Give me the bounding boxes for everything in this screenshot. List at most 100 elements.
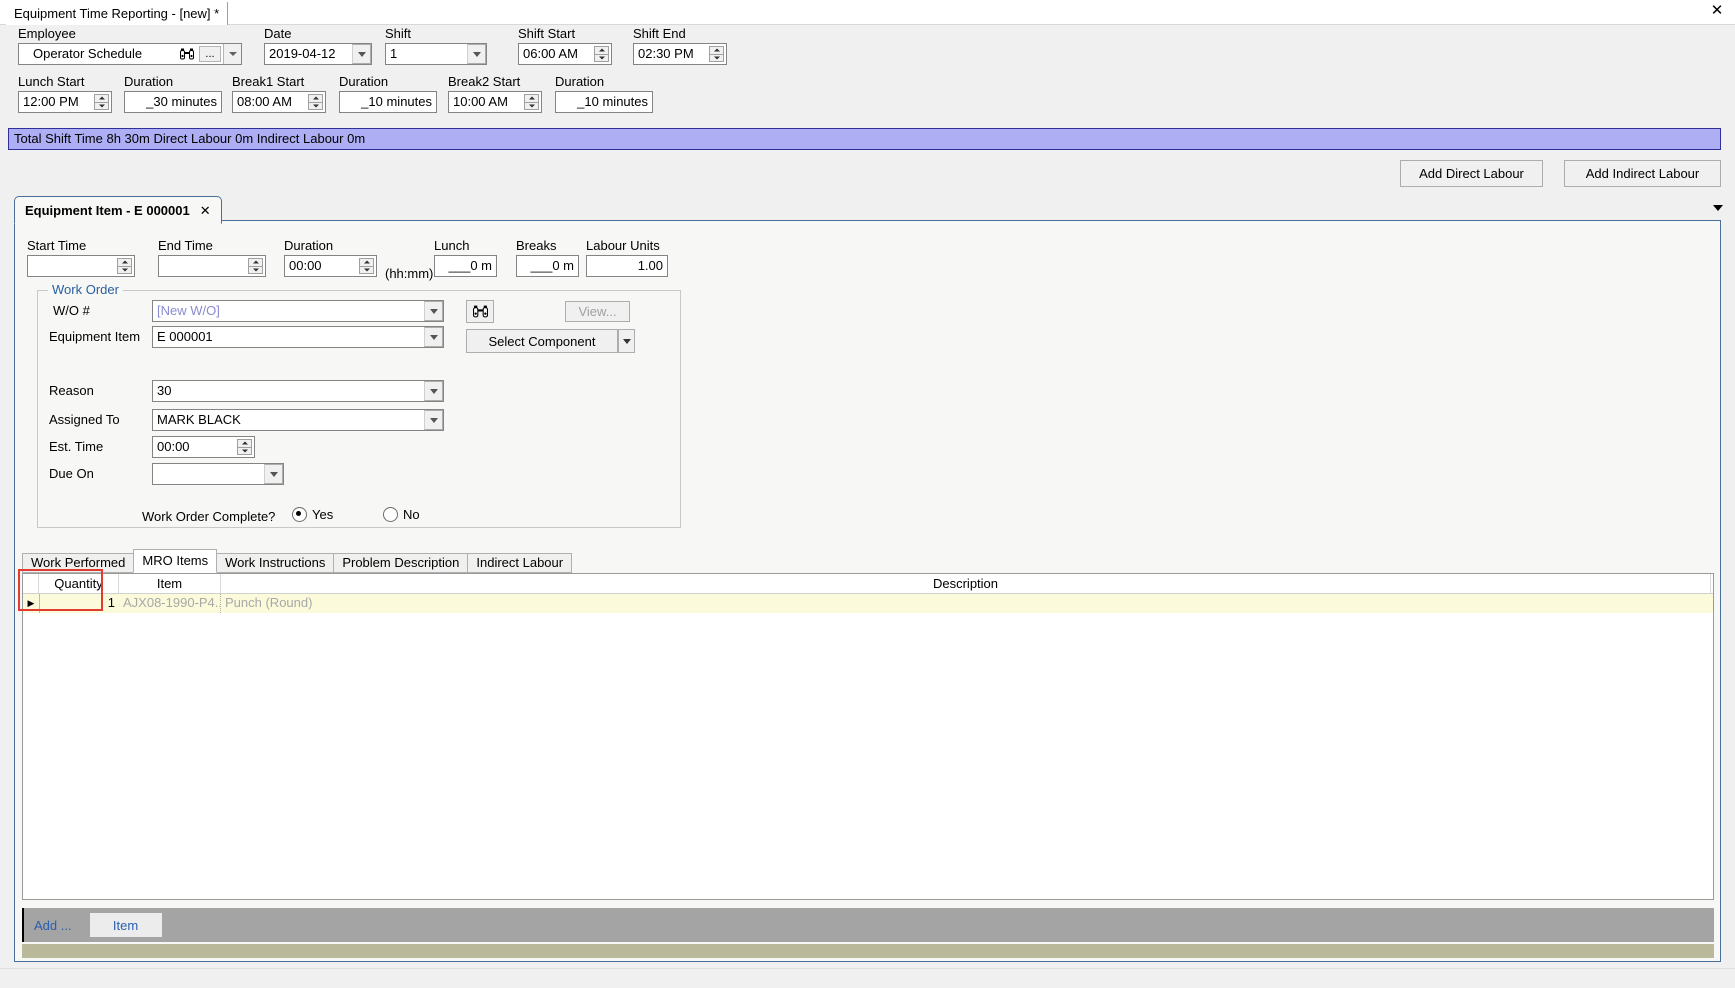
tab-problem-description[interactable]: Problem Description [333, 553, 469, 573]
start-time-input[interactable] [28, 256, 117, 276]
reason-value: 30 [157, 383, 172, 398]
duration-input[interactable]: 00:00 [285, 256, 359, 276]
assigned-to-combo[interactable]: MARK BLACK [152, 409, 444, 431]
shift-end-input[interactable]: 02:30 PM [634, 44, 709, 64]
shift-end-field: Shift End 02:30 PM [633, 26, 727, 65]
duration-label: Duration [284, 238, 334, 253]
chevron-down-icon[interactable] [424, 327, 443, 347]
lunch-start-input[interactable]: 12:00 PM [19, 92, 94, 112]
tab-mro-items[interactable]: MRO Items [133, 549, 218, 573]
select-component-button[interactable]: Select Component [466, 329, 618, 353]
cell-quantity[interactable]: 1 [39, 594, 119, 613]
work-order-complete-yes-radio[interactable]: Yes [292, 507, 333, 522]
add-item-button[interactable]: Item [89, 913, 162, 937]
lunch-duration-input[interactable]: _30 minutes [125, 92, 221, 112]
mro-items-grid[interactable]: Quantity Item Description ▶ 1 AJX08-1990… [22, 573, 1714, 900]
wo-number-label: W/O # [53, 303, 90, 318]
est-time-input[interactable]: 00:00 [153, 437, 237, 457]
assigned-to-label: Assigned To [49, 412, 120, 427]
work-order-group-title: Work Order [48, 282, 123, 297]
grid-header-quantity[interactable]: Quantity [39, 574, 119, 593]
grid-header-row: Quantity Item Description [23, 574, 1713, 594]
break2-start-label: Break2 Start [448, 74, 521, 89]
tab-work-performed[interactable]: Work Performed [22, 553, 135, 573]
duration-format-hint: (hh:mm) [385, 266, 434, 281]
shift-input[interactable]: 1 [386, 44, 467, 64]
totals-bar: Total Shift Time 8h 30m Direct Labour 0m… [8, 128, 1721, 150]
chevron-down-icon[interactable] [424, 301, 443, 321]
close-icon[interactable]: ✕ [200, 198, 211, 223]
close-icon[interactable]: ✕ [1709, 3, 1725, 19]
lunch-start-stepper[interactable] [94, 94, 109, 110]
end-time-label: End Time [158, 238, 213, 253]
grid-header-item[interactable]: Item [119, 574, 221, 593]
break1-start-input[interactable]: 08:00 AM [233, 92, 308, 112]
add-link[interactable]: Add ... [34, 918, 72, 933]
work-order-complete-no-radio[interactable]: No [383, 507, 420, 522]
employee-dropdown-icon[interactable] [223, 44, 241, 64]
breaks-field: Breaks ___0 m [516, 238, 579, 277]
employee-field: Employee Operator Schedule ... [18, 26, 242, 65]
due-on-value [153, 464, 264, 484]
shift-dropdown-icon[interactable] [467, 44, 486, 64]
break2-start-stepper[interactable] [524, 94, 539, 110]
break2-duration-input[interactable]: _10 minutes [556, 92, 652, 112]
break2-start-field: Break2 Start 10:00 AM [448, 74, 542, 113]
chevron-down-icon[interactable] [424, 410, 443, 430]
due-on-combo[interactable] [152, 463, 284, 485]
wo-number-combo[interactable]: [New W/O] [152, 300, 444, 322]
cell-description[interactable]: Punch (Round) [221, 594, 1711, 613]
shift-start-stepper[interactable] [594, 46, 609, 62]
est-time-stepper[interactable] [237, 439, 252, 455]
chevron-down-icon[interactable] [264, 464, 283, 484]
equipment-item-tab-label: Equipment Item - E 000001 [25, 202, 190, 218]
equipment-item-combo[interactable]: E 000001 [152, 326, 444, 348]
tab-work-instructions[interactable]: Work Instructions [216, 553, 335, 573]
grid-header-description[interactable]: Description [221, 574, 1711, 593]
breaks-input[interactable]: ___0 m [517, 256, 578, 276]
document-tab[interactable]: Equipment Time Reporting - [new] * [6, 2, 229, 25]
radio-yes-icon [292, 507, 307, 522]
employee-ellipsis-button[interactable]: ... [199, 46, 221, 62]
add-indirect-labour-button[interactable]: Add Indirect Labour [1564, 160, 1721, 187]
table-row[interactable]: ▶ 1 AJX08-1990-P4.1 Punch (Round) [23, 594, 1713, 613]
start-time-stepper[interactable] [117, 258, 132, 274]
break2-start-input[interactable]: 10:00 AM [449, 92, 524, 112]
select-component-dropdown-button[interactable] [618, 329, 635, 353]
labour-units-input[interactable]: 1.00 [587, 256, 667, 276]
end-time-stepper[interactable] [248, 258, 263, 274]
binoculars-icon[interactable] [177, 44, 197, 64]
duration-stepper[interactable] [359, 258, 374, 274]
est-time-field[interactable]: 00:00 [152, 436, 255, 458]
reason-combo[interactable]: 30 [152, 380, 444, 402]
view-button[interactable]: View... [565, 301, 630, 322]
break2-duration-field: Duration _10 minutes [555, 74, 653, 113]
lunch-duration-field: Duration _30 minutes [124, 74, 222, 113]
start-time-field: Start Time [27, 238, 135, 277]
chevron-down-icon[interactable] [1713, 205, 1723, 211]
equipment-item-tab[interactable]: Equipment Item - E 000001 ✕ [14, 196, 222, 224]
employee-input[interactable]: Operator Schedule [19, 44, 177, 64]
date-input[interactable]: 2019-04-12 [265, 44, 352, 64]
lunch-input[interactable]: ___0 m [435, 256, 496, 276]
row-marker-icon: ▶ [27, 598, 35, 608]
breaks-label: Breaks [516, 238, 557, 253]
break1-start-stepper[interactable] [308, 94, 323, 110]
radio-no-icon [383, 507, 398, 522]
tab-indirect-labour[interactable]: Indirect Labour [467, 553, 573, 573]
grid-header-rowmarker [23, 574, 39, 593]
end-time-input[interactable] [159, 256, 248, 276]
employee-label: Employee [18, 26, 76, 41]
wo-search-button[interactable] [466, 300, 494, 323]
shift-start-input[interactable]: 06:00 AM [519, 44, 594, 64]
date-dropdown-icon[interactable] [352, 44, 371, 64]
shift-field: Shift 1 [385, 26, 487, 65]
cell-item[interactable]: AJX08-1990-P4.1 [119, 594, 221, 613]
chevron-down-icon[interactable] [424, 381, 443, 401]
shift-end-stepper[interactable] [709, 46, 724, 62]
break1-duration-input[interactable]: _10 minutes [340, 92, 436, 112]
work-order-complete-label: Work Order Complete? [142, 509, 276, 524]
reason-label: Reason [49, 383, 94, 398]
add-direct-labour-button[interactable]: Add Direct Labour [1400, 160, 1543, 187]
due-on-label: Due On [49, 466, 94, 481]
